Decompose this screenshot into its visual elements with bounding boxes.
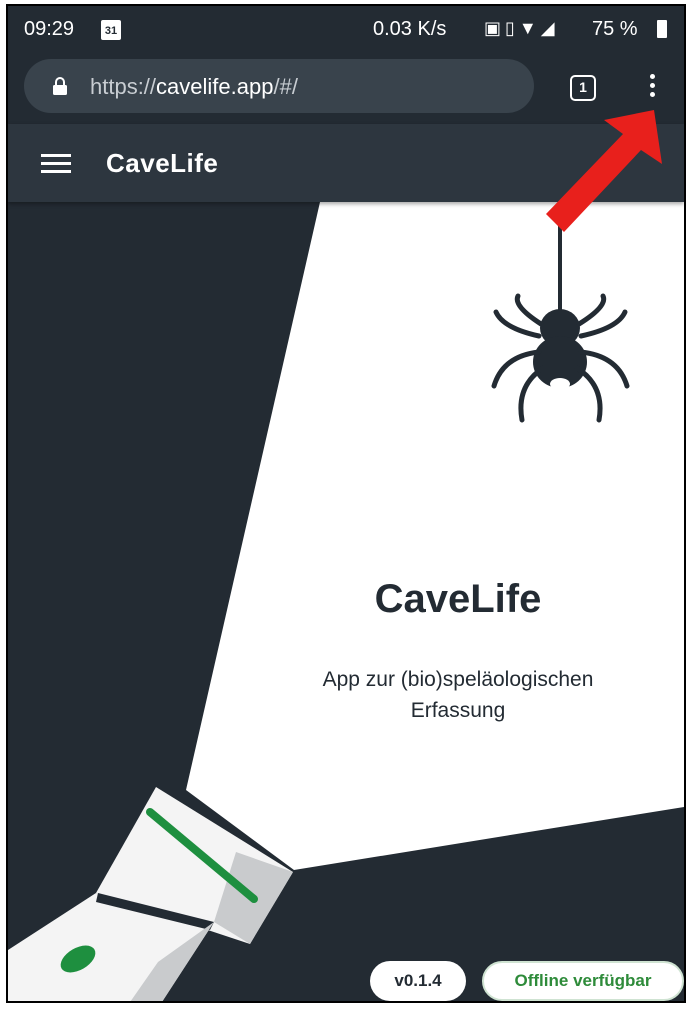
menu-dots-icon[interactable] <box>644 72 660 104</box>
lock-icon <box>53 77 67 95</box>
version-badge: v0.1.4 <box>370 961 466 1001</box>
battery-percent: 75 % <box>592 18 638 40</box>
offline-badge: Offline verfügbar <box>482 961 684 1001</box>
phone-screen: 09:29 31 0.03 K/s ▣▯▼◢ 75 % https://cave… <box>6 4 686 1003</box>
calendar-icon: 31 <box>101 20 121 40</box>
url-path: /#/ <box>273 74 298 99</box>
status-icons: ▣▯▼◢ <box>484 18 559 39</box>
signal-icon: ◢ <box>540 18 559 38</box>
battery-icon <box>657 20 667 38</box>
hamburger-icon[interactable] <box>41 154 71 174</box>
wifi-icon: ▼ <box>518 18 541 38</box>
hero-subtitle-line1: App zur (bio)speläologischen <box>322 668 594 691</box>
vibrate-icon: ▯ <box>505 18 519 38</box>
hero-subtitle-line2: Erfassung <box>410 699 506 722</box>
url-text: https://cavelife.app/#/ <box>90 74 298 100</box>
url-host: cavelife.app <box>156 74 274 99</box>
url-prefix: https:// <box>90 74 157 99</box>
nfc-icon: ▣ <box>484 18 506 38</box>
url-bar[interactable]: https://cavelife.app/#/ <box>24 59 534 113</box>
network-speed: 0.03 K/s <box>373 18 447 40</box>
hero-title: CaveLife <box>374 577 542 621</box>
status-bar: 09:29 31 0.03 K/s ▣▯▼◢ 75 % <box>8 6 684 54</box>
annotation-arrow <box>546 110 662 232</box>
app-title: CaveLife <box>106 148 219 178</box>
hero-subtitle: App zur (bio)speläologischen Erfassung <box>188 664 684 726</box>
light-beam <box>186 202 684 870</box>
tab-switcher-icon[interactable]: 1 <box>570 75 596 101</box>
main-content: CaveLife App zur (bio)speläologischen Er… <box>8 202 684 1001</box>
status-time: 09:29 <box>24 18 75 40</box>
